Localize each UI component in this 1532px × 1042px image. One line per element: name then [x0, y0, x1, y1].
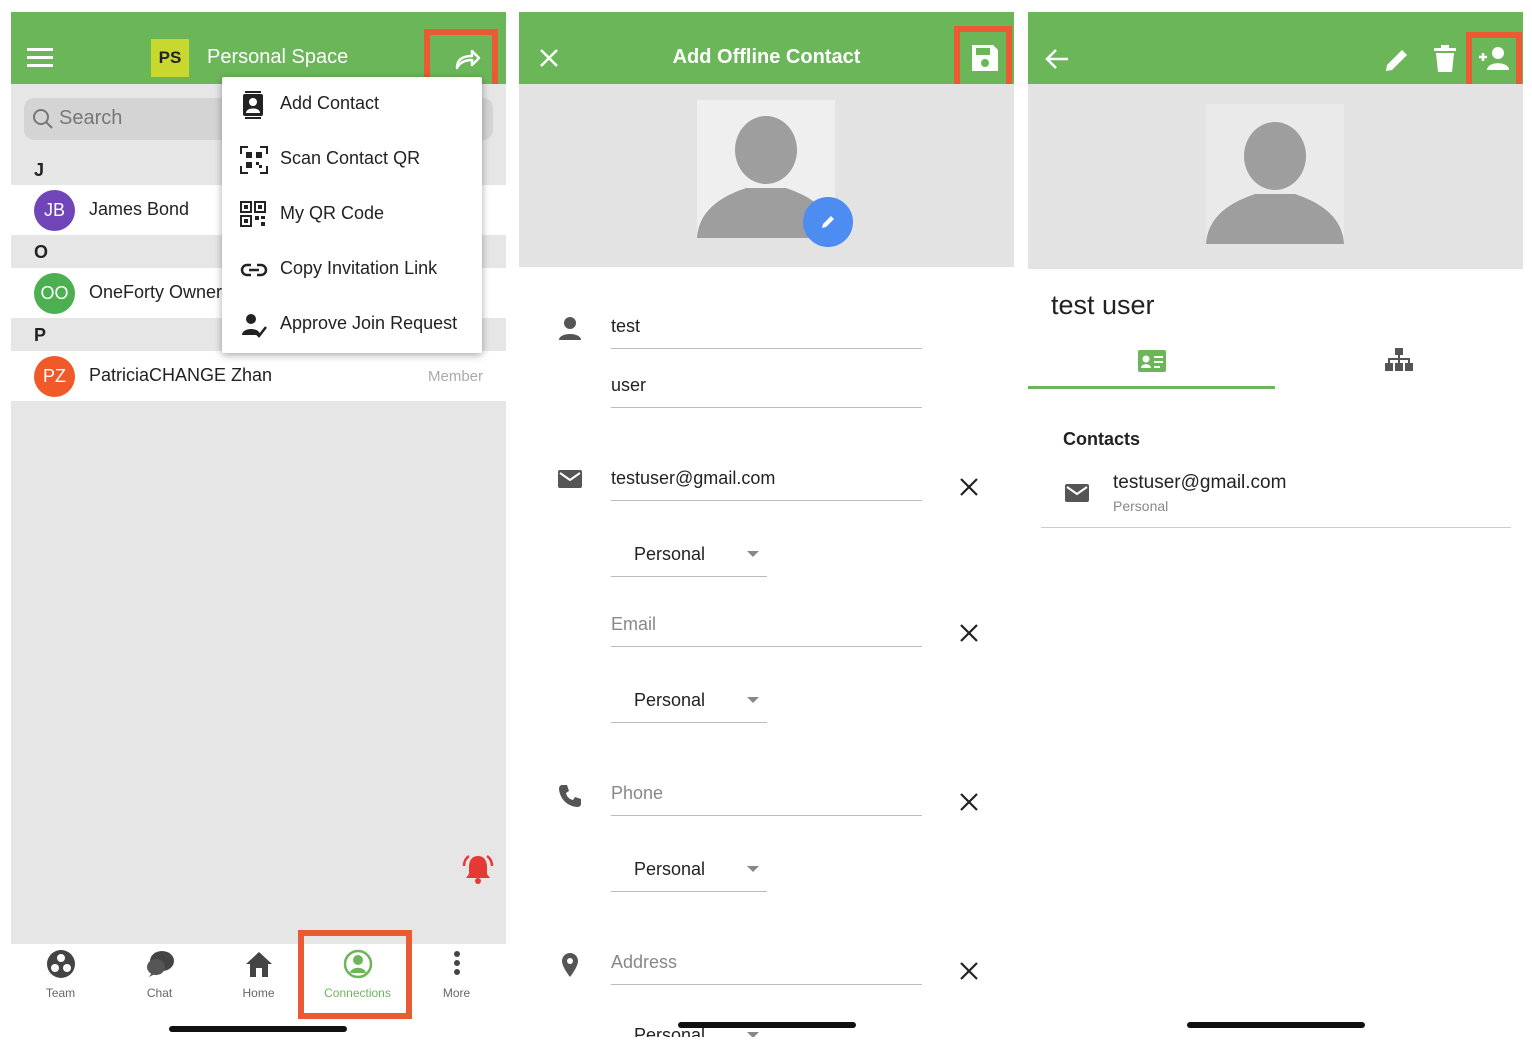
active-tab-indicator [1028, 386, 1275, 389]
first-name-field[interactable]: test [611, 316, 640, 337]
divider [1041, 527, 1511, 528]
clear-email-2-icon[interactable] [959, 623, 979, 643]
menu-icon[interactable] [27, 48, 53, 68]
divider [611, 722, 767, 723]
email-type-select-2[interactable]: Personal [634, 690, 705, 711]
home-indicator [169, 1026, 347, 1032]
contact-email[interactable]: testuser@gmail.com [1113, 472, 1286, 494]
person-icon [557, 315, 583, 341]
contact-row[interactable]: PZ PatriciaCHANGE Zhan Member [11, 351, 506, 401]
nav-chat[interactable]: Chat [110, 944, 209, 1014]
chevron-down-icon [747, 697, 759, 703]
phone-icon [557, 783, 583, 809]
email-field[interactable]: testuser@gmail.com [611, 468, 775, 489]
contact-role: Member [427, 368, 483, 385]
avatar: JB [34, 190, 75, 231]
divider [611, 815, 922, 816]
chevron-down-icon [747, 866, 759, 872]
menu-item-my-qr[interactable]: My QR Code [222, 187, 482, 242]
email-type-select[interactable]: Personal [634, 544, 705, 565]
clear-email-icon[interactable] [959, 477, 979, 497]
nav-label: Team [45, 986, 76, 1000]
bottom-navigation: Team Chat Home Connections More [11, 944, 506, 1037]
page-title: Add Offline Contact [672, 46, 861, 68]
nav-more[interactable]: More [407, 944, 506, 1014]
chevron-down-icon [747, 1032, 759, 1037]
link-icon [240, 256, 268, 284]
search-placeholder: Search [59, 107, 123, 129]
contact-name: OneForty Owner [89, 282, 223, 302]
qr-scan-icon [240, 146, 268, 174]
home-icon [244, 949, 274, 979]
tab-contact-info[interactable] [1028, 342, 1275, 388]
share-menu: Add Contact Scan Contact QR My QR Code C… [222, 77, 482, 353]
divider [611, 984, 922, 985]
team-icon [46, 949, 76, 979]
divider [611, 500, 922, 501]
avatar: OO [34, 273, 75, 314]
connections-highlight [298, 930, 412, 1019]
nav-home[interactable]: Home [209, 944, 308, 1014]
divider [611, 348, 922, 349]
person-check-icon [240, 311, 268, 339]
menu-label: My QR Code [280, 203, 385, 223]
contact-name: test user [1051, 290, 1155, 320]
nav-label: Home [242, 986, 275, 1000]
avatar-placeholder [1206, 104, 1344, 244]
menu-item-copy-link[interactable]: Copy Invitation Link [222, 242, 482, 297]
home-indicator [678, 1022, 856, 1028]
pencil-icon [822, 216, 834, 228]
qr-code-icon [240, 201, 268, 229]
contact-name: PatriciaCHANGE Zhan [89, 365, 273, 385]
nav-team[interactable]: Team [11, 944, 110, 1014]
nav-label: More [442, 986, 471, 1000]
chevron-down-icon [747, 551, 759, 557]
phone-field[interactable]: Phone [611, 783, 663, 804]
home-indicator [1187, 1022, 1365, 1028]
divider [611, 646, 922, 647]
search-icon [32, 108, 54, 130]
contact-email-type: Personal [1113, 498, 1169, 514]
clear-phone-icon[interactable] [959, 792, 979, 812]
space-title[interactable]: Personal Space [207, 46, 348, 69]
nav-label: Chat [146, 986, 173, 1000]
menu-label: Approve Join Request [280, 313, 458, 333]
delete-icon[interactable] [1434, 45, 1456, 73]
id-card-icon [1138, 350, 1166, 372]
contact-card-icon [240, 91, 268, 119]
menu-label: Copy Invitation Link [280, 258, 438, 278]
more-vertical-icon [442, 949, 472, 979]
contact-name: James Bond [89, 199, 190, 219]
last-name-field[interactable]: user [611, 375, 646, 396]
notification-bell-icon[interactable] [461, 852, 495, 886]
menu-item-add-contact[interactable]: Add Contact [222, 77, 482, 132]
add-offline-contact-screen: Add Offline Contact test user testuser@g… [519, 12, 1014, 1037]
clear-address-icon[interactable] [959, 961, 979, 981]
back-arrow-icon[interactable] [1044, 48, 1070, 70]
tab-organization[interactable] [1275, 342, 1522, 388]
avatar: PZ [34, 356, 75, 397]
chat-icon [145, 949, 175, 979]
divider [611, 576, 767, 577]
edit-photo-button[interactable] [803, 197, 853, 247]
phone-type-select[interactable]: Personal [634, 859, 705, 880]
menu-label: Scan Contact QR [280, 148, 421, 168]
location-pin-icon [557, 952, 583, 978]
email-icon [557, 468, 583, 494]
divider [611, 891, 767, 892]
org-chart-icon [1385, 348, 1413, 372]
divider [611, 407, 922, 408]
contacts-heading: Contacts [1063, 429, 1141, 449]
space-badge[interactable]: PS [151, 39, 189, 77]
email-icon [1064, 482, 1090, 504]
menu-item-approve-join[interactable]: Approve Join Request [222, 297, 482, 352]
email-field-2[interactable]: Email [611, 614, 656, 635]
edit-pencil-icon[interactable] [1383, 46, 1411, 74]
connections-screen: PS Personal Space Search J JB James Bond… [11, 12, 506, 1037]
menu-label: Add Contact [280, 93, 380, 113]
contact-detail-screen: test user Contacts testuser@gmail.com Pe… [1028, 12, 1523, 1037]
address-field[interactable]: Address [611, 952, 677, 973]
menu-item-scan-qr[interactable]: Scan Contact QR [222, 132, 482, 187]
